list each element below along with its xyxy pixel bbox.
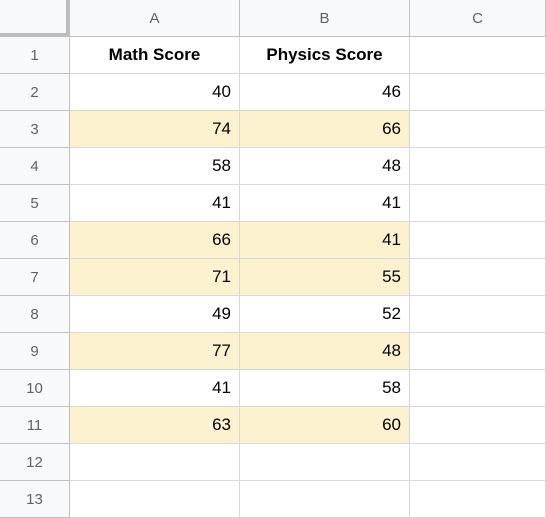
cell-A11[interactable]: 63 (70, 407, 240, 444)
cell-C3[interactable] (410, 111, 546, 148)
cell-B5[interactable]: 41 (240, 185, 410, 222)
cell-B10[interactable]: 58 (240, 370, 410, 407)
cell-C8[interactable] (410, 296, 546, 333)
row-header-11[interactable]: 11 (0, 407, 70, 444)
cell-A6[interactable]: 66 (70, 222, 240, 259)
cell-C1[interactable] (410, 37, 546, 74)
row-header-1[interactable]: 1 (0, 37, 70, 74)
row-header-10[interactable]: 10 (0, 370, 70, 407)
cell-B6[interactable]: 41 (240, 222, 410, 259)
cell-C13[interactable] (410, 481, 546, 518)
row-header-8[interactable]: 8 (0, 296, 70, 333)
cell-A7[interactable]: 71 (70, 259, 240, 296)
cell-C11[interactable] (410, 407, 546, 444)
row-header-7[interactable]: 7 (0, 259, 70, 296)
cell-C12[interactable] (410, 444, 546, 481)
row-header-13[interactable]: 13 (0, 481, 70, 518)
row-header-9[interactable]: 9 (0, 333, 70, 370)
cell-A2[interactable]: 40 (70, 74, 240, 111)
cell-A12[interactable] (70, 444, 240, 481)
cell-C6[interactable] (410, 222, 546, 259)
row-header-12[interactable]: 12 (0, 444, 70, 481)
cell-A8[interactable]: 49 (70, 296, 240, 333)
row-header-4[interactable]: 4 (0, 148, 70, 185)
cell-B7[interactable]: 55 (240, 259, 410, 296)
col-header-B[interactable]: B (240, 0, 410, 37)
cell-A9[interactable]: 77 (70, 333, 240, 370)
col-header-C[interactable]: C (410, 0, 546, 37)
cell-C2[interactable] (410, 74, 546, 111)
cell-B3[interactable]: 66 (240, 111, 410, 148)
cell-A5[interactable]: 41 (70, 185, 240, 222)
cell-B12[interactable] (240, 444, 410, 481)
cell-B1[interactable]: Physics Score (240, 37, 410, 74)
cell-C7[interactable] (410, 259, 546, 296)
cell-C9[interactable] (410, 333, 546, 370)
row-header-2[interactable]: 2 (0, 74, 70, 111)
cell-B2[interactable]: 46 (240, 74, 410, 111)
cell-A10[interactable]: 41 (70, 370, 240, 407)
spreadsheet-grid[interactable]: A B C 1 Math Score Physics Score 2 40 46… (0, 0, 546, 518)
cell-B8[interactable]: 52 (240, 296, 410, 333)
col-header-A[interactable]: A (70, 0, 240, 37)
cell-C5[interactable] (410, 185, 546, 222)
row-header-6[interactable]: 6 (0, 222, 70, 259)
row-header-3[interactable]: 3 (0, 111, 70, 148)
cell-A4[interactable]: 58 (70, 148, 240, 185)
cell-B4[interactable]: 48 (240, 148, 410, 185)
cell-B11[interactable]: 60 (240, 407, 410, 444)
cell-B9[interactable]: 48 (240, 333, 410, 370)
cell-A3[interactable]: 74 (70, 111, 240, 148)
cell-A13[interactable] (70, 481, 240, 518)
row-header-5[interactable]: 5 (0, 185, 70, 222)
cell-C10[interactable] (410, 370, 546, 407)
cell-C4[interactable] (410, 148, 546, 185)
select-all-corner[interactable] (0, 0, 70, 37)
cell-A1[interactable]: Math Score (70, 37, 240, 74)
cell-B13[interactable] (240, 481, 410, 518)
